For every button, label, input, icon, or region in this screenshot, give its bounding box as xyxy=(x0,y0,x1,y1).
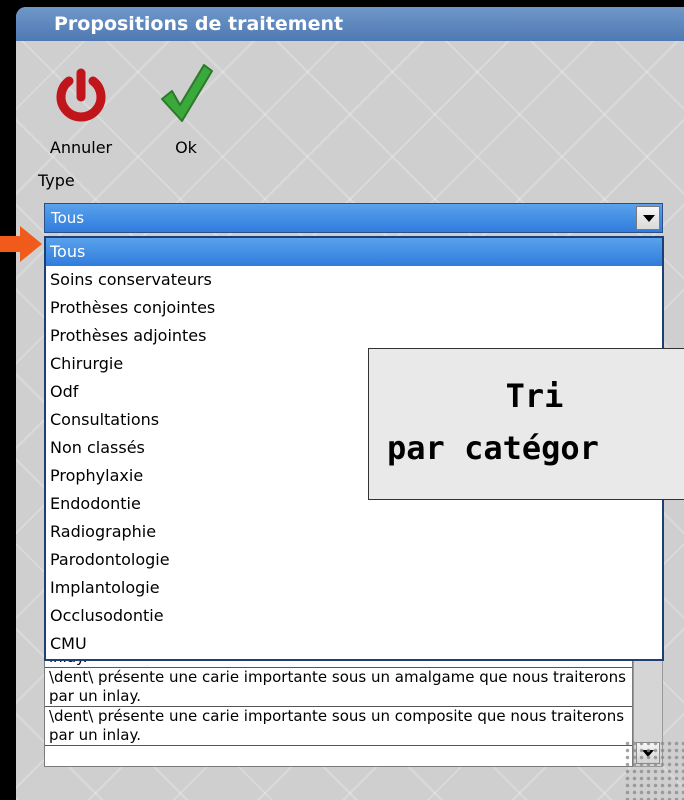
resize-grip[interactable] xyxy=(624,740,684,800)
option-protheses-conjointes[interactable]: Prothèses conjointes xyxy=(46,294,662,322)
type-label: Type xyxy=(38,171,75,190)
list-item[interactable]: \dent\ présente une carie importante sou… xyxy=(45,668,632,707)
callout-line-2: par catégor xyxy=(387,429,599,467)
type-select-value: Tous xyxy=(51,209,85,227)
list-item[interactable]: \dent\ présente une carie importante sou… xyxy=(45,707,632,746)
option-cmu[interactable]: CMU xyxy=(46,630,662,658)
option-occlusodontie[interactable]: Occlusodontie xyxy=(46,602,662,630)
option-implantologie[interactable]: Implantologie xyxy=(46,574,662,602)
annotation-callout: Tri par catégor xyxy=(368,348,684,500)
power-icon xyxy=(56,68,106,122)
type-select[interactable]: Tous xyxy=(44,203,663,233)
option-soins-conservateurs[interactable]: Soins conservateurs xyxy=(46,266,662,294)
option-radiographie[interactable]: Radiographie xyxy=(46,518,662,546)
chevron-down-icon[interactable] xyxy=(636,206,660,230)
callout-line-1: Tri xyxy=(505,377,564,415)
option-tous[interactable]: Tous xyxy=(46,238,662,266)
dialog-title: Propositions de traitement xyxy=(16,7,684,41)
ok-button[interactable]: Ok xyxy=(141,57,231,157)
option-protheses-adjointes[interactable]: Prothèses adjointes xyxy=(46,322,662,350)
cancel-button[interactable]: Annuler xyxy=(36,57,126,157)
ok-label: Ok xyxy=(175,138,197,157)
checkmark-icon xyxy=(161,64,213,122)
cancel-label: Annuler xyxy=(49,138,113,157)
pointer-arrow-icon xyxy=(0,226,42,262)
option-parodontologie[interactable]: Parodontologie xyxy=(46,546,662,574)
proposition-list[interactable]: inlay. \dent\ présente une carie importa… xyxy=(44,647,633,767)
dialog-window: Propositions de traitement Annuler Ok Ty… xyxy=(16,7,684,800)
